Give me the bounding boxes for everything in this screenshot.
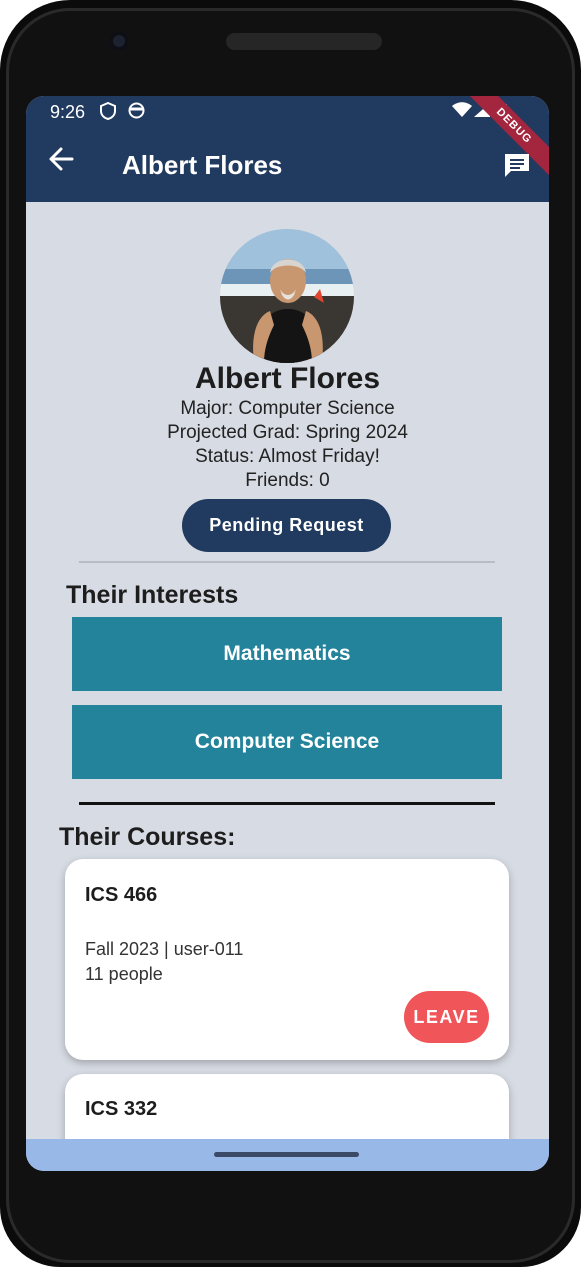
profile-friends: Friends: 0 [245, 470, 330, 491]
pending-request-button[interactable]: Pending Request [182, 499, 391, 552]
phone-frame: 9:26 DEBUG Albert Flores Albert Flores M… [0, 0, 581, 1267]
interest-tile-mathematics[interactable]: Mathematics [72, 617, 502, 691]
courses-heading: Their Courses: [59, 823, 236, 851]
course-people: 11 people [85, 964, 163, 984]
profile-grad: Projected Grad: Spring 2024 [167, 422, 408, 443]
wifi-icon [451, 102, 473, 123]
app-bar-title: Albert Flores [122, 150, 283, 180]
face-status-icon [128, 102, 145, 124]
status-time: 9:26 [50, 102, 86, 122]
app-screen: 9:26 DEBUG Albert Flores Albert Flores M… [26, 96, 549, 1171]
earpiece-speaker [226, 33, 382, 50]
course-meta: Fall 2023 | user-011 [85, 939, 244, 959]
arrow-back-icon [49, 147, 74, 171]
profile-status: Status: Almost Friday! [195, 446, 380, 467]
message-icon [505, 154, 529, 177]
app-bar: 9:26 DEBUG Albert Flores [26, 96, 549, 202]
profile-name: Albert Flores [194, 362, 381, 395]
course-code: ICS 466 [85, 884, 158, 906]
divider [79, 561, 495, 563]
shield-icon [100, 101, 116, 125]
divider [79, 802, 495, 805]
profile-major: Major: Computer Science [180, 398, 395, 419]
home-handle[interactable] [214, 1152, 359, 1157]
course-code: ICS 332 [85, 1098, 158, 1120]
interests-heading: Their Interests [66, 581, 239, 609]
course-card[interactable]: ICS 466 Fall 2023 | user-011 11 people L… [65, 859, 509, 1060]
back-button[interactable] [48, 146, 74, 180]
leave-button[interactable]: LEAVE [404, 991, 489, 1043]
interest-tile-computer-science[interactable]: Computer Science [72, 705, 502, 779]
front-camera [109, 31, 129, 51]
gesture-nav-bar [26, 1139, 549, 1171]
profile-avatar [220, 229, 354, 363]
message-button[interactable] [503, 152, 531, 177]
